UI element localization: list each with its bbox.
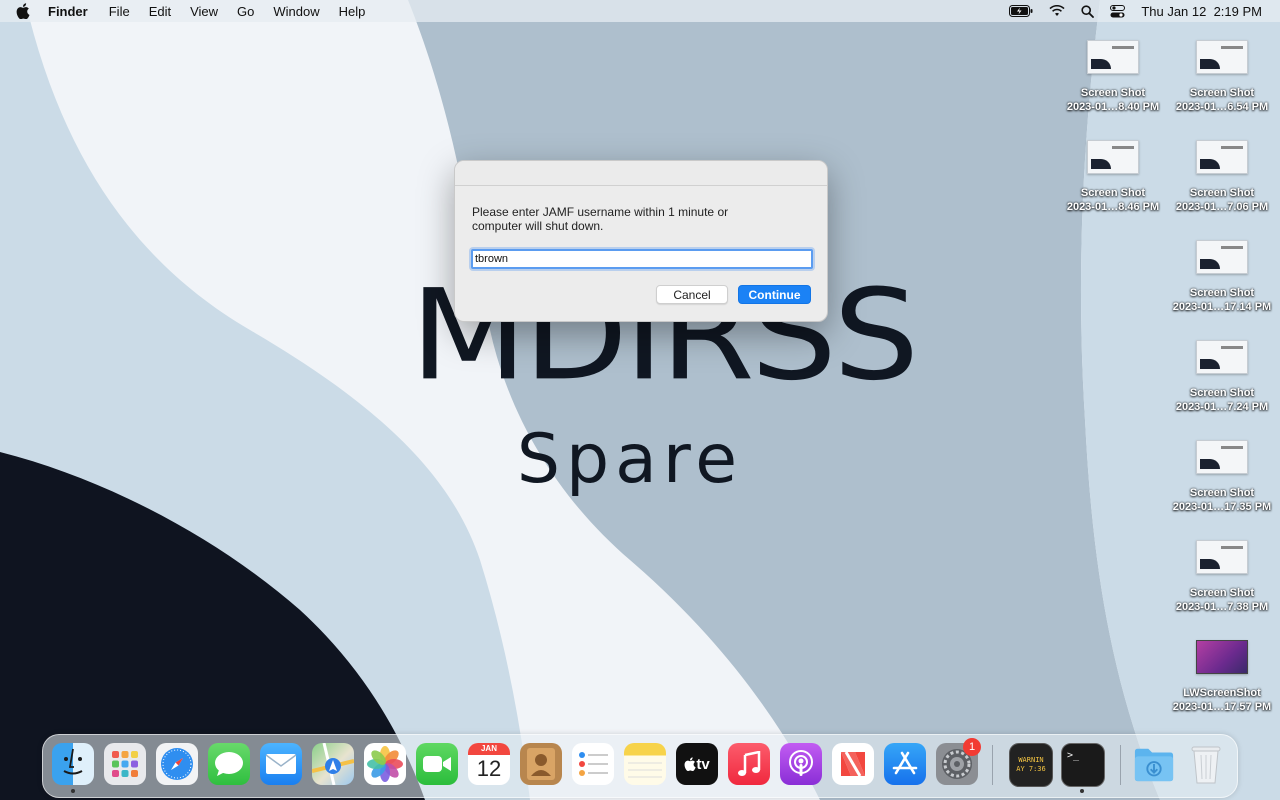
file-date: 2023-01…7.38 PM	[1175, 601, 1269, 613]
mail-icon[interactable]	[260, 743, 302, 785]
file-name: Screen Shot	[1189, 187, 1255, 199]
contacts-icon[interactable]	[520, 743, 562, 785]
screenshot-thumbnail-icon	[1196, 340, 1248, 374]
screenshot-thumbnail-icon	[1196, 440, 1248, 474]
cancel-button[interactable]: Cancel	[656, 285, 728, 304]
trash-icon[interactable]	[1185, 743, 1227, 785]
menu-file[interactable]: File	[109, 4, 130, 19]
desktop-file-screenshot-2[interactable]: Screen Shot 2023-01…6.54 PM	[1172, 40, 1272, 114]
maps-icon[interactable]	[312, 743, 354, 785]
news-icon[interactable]	[832, 743, 874, 785]
file-name: Screen Shot	[1189, 87, 1255, 99]
reminders-icon[interactable]	[572, 743, 614, 785]
file-name: Screen Shot	[1080, 187, 1146, 199]
calendar-day: 12	[476, 756, 502, 781]
screenshot-thumbnail-icon	[1196, 540, 1248, 574]
continue-button[interactable]: Continue	[738, 285, 811, 304]
username-input[interactable]	[471, 249, 813, 269]
desktop-file-screenshot-5[interactable]: Screen Shot 2023-01…17.14 PM	[1172, 240, 1272, 314]
desktop-file-screenshot-4[interactable]: Screen Shot 2023-01…7.06 PM	[1172, 140, 1272, 214]
screenshot-thumbnail-icon	[1196, 240, 1248, 274]
file-name: Screen Shot	[1189, 587, 1255, 599]
spotlight-search-icon[interactable]	[1081, 4, 1095, 18]
console-warning-text: WARNIN AY 7:36	[1016, 756, 1046, 773]
finder-running-indicator	[71, 789, 75, 793]
terminal-running-indicator	[1080, 789, 1084, 793]
calendar-icon[interactable]: JAN 12	[468, 743, 510, 785]
file-name: LWScreenShot	[1183, 687, 1261, 699]
file-date: 2023-01…17.57 PM	[1172, 701, 1272, 713]
wifi-icon[interactable]	[1049, 5, 1065, 17]
podcasts-icon[interactable]	[780, 743, 822, 785]
photos-icon[interactable]	[364, 743, 406, 785]
menu-window[interactable]: Window	[273, 4, 319, 19]
launchpad-icon[interactable]	[104, 743, 146, 785]
apple-tv-label: tv	[696, 755, 710, 773]
apple-tv-icon[interactable]: tv	[676, 743, 718, 785]
file-date: 2023-01…7.24 PM	[1175, 401, 1269, 413]
battery-icon[interactable]	[1009, 5, 1033, 17]
file-name: Screen Shot	[1189, 387, 1255, 399]
notification-badge: 1	[963, 738, 981, 756]
file-name: Screen Shot	[1189, 487, 1255, 499]
file-date: 2023-01…8.46 PM	[1066, 201, 1160, 213]
file-date: 2023-01…17.35 PM	[1172, 501, 1272, 513]
facetime-icon[interactable]	[416, 743, 458, 785]
desktop-file-lwscreenshot[interactable]: LWScreenShot 2023-01…17.57 PM	[1172, 640, 1272, 714]
dock-separator	[1120, 745, 1121, 785]
calendar-month: JAN	[468, 743, 510, 755]
safari-icon[interactable]	[156, 743, 198, 785]
desktop-file-screenshot-7[interactable]: Screen Shot 2023-01…17.35 PM	[1172, 440, 1272, 514]
dialog-message: Please enter JAMF username within 1 minu…	[472, 205, 729, 233]
finder-icon[interactable]	[52, 743, 94, 785]
terminal-icon[interactable]: >_	[1061, 743, 1105, 787]
menu-go[interactable]: Go	[237, 4, 254, 19]
menu-help[interactable]: Help	[339, 4, 366, 19]
screenshot-thumbnail-icon	[1196, 40, 1248, 74]
notes-icon[interactable]	[624, 743, 666, 785]
jamf-username-dialog: Please enter JAMF username within 1 minu…	[454, 160, 828, 322]
console-icon[interactable]: WARNIN AY 7:36	[1009, 743, 1053, 787]
desktop-file-screenshot-6[interactable]: Screen Shot 2023-01…7.24 PM	[1172, 340, 1272, 414]
apple-menu-icon[interactable]	[16, 3, 32, 19]
screenshot-thumbnail-icon	[1087, 40, 1139, 74]
desktop-file-screenshot-3[interactable]: Screen Shot 2023-01…8.46 PM	[1063, 140, 1163, 214]
downloads-folder-icon[interactable]	[1133, 743, 1175, 785]
menu-bar: Finder File Edit View Go Window Help Thu…	[0, 0, 1280, 22]
app-store-icon[interactable]	[884, 743, 926, 785]
messages-icon[interactable]	[208, 743, 250, 785]
music-icon[interactable]	[728, 743, 770, 785]
menu-edit[interactable]: Edit	[149, 4, 171, 19]
screenshot-thumbnail-icon	[1196, 140, 1248, 174]
file-name: Screen Shot	[1189, 287, 1255, 299]
menu-app-name[interactable]: Finder	[48, 4, 88, 19]
file-date: 2023-01…6.54 PM	[1175, 101, 1269, 113]
menu-clock[interactable]: Thu Jan 12 2:19 PM	[1141, 4, 1262, 19]
wallpaper-subtitle-text: Spare	[516, 420, 744, 499]
screenshot-thumbnail-icon	[1087, 140, 1139, 174]
dock: JAN 12 tv 1 WARNIN AY 7:36 >_	[42, 734, 1238, 798]
file-date: 2023-01…7.06 PM	[1175, 201, 1269, 213]
file-name: Screen Shot	[1080, 87, 1146, 99]
lw-screenshot-thumbnail-icon	[1196, 640, 1248, 674]
menu-view[interactable]: View	[190, 4, 218, 19]
file-date: 2023-01…8.40 PM	[1066, 101, 1160, 113]
desktop-file-screenshot-1[interactable]: Screen Shot 2023-01…8.40 PM	[1063, 40, 1163, 114]
file-date: 2023-01…17.14 PM	[1172, 301, 1272, 313]
terminal-prompt: >_	[1067, 750, 1080, 761]
dialog-titlebar[interactable]	[455, 161, 827, 186]
desktop-file-screenshot-8[interactable]: Screen Shot 2023-01…7.38 PM	[1172, 540, 1272, 614]
control-center-icon[interactable]	[1110, 4, 1126, 18]
dock-separator	[992, 745, 993, 785]
